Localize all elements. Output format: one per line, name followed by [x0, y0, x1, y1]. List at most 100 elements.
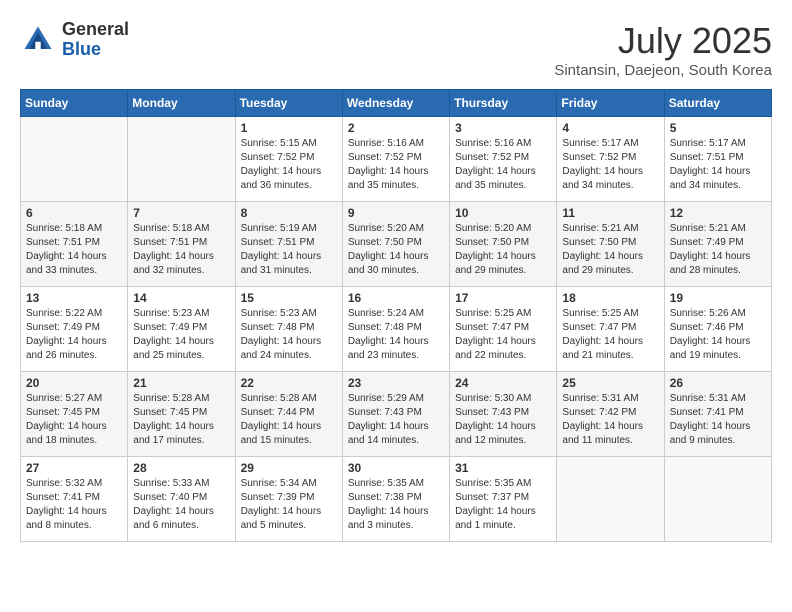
weekday-header-friday: Friday: [557, 90, 664, 117]
day-info: Sunrise: 5:15 AM Sunset: 7:52 PM Dayligh…: [241, 137, 337, 193]
day-info: Sunrise: 5:20 AM Sunset: 7:50 PM Dayligh…: [348, 222, 444, 278]
calendar-cell: 10 Sunrise: 5:20 AM Sunset: 7:50 PM Dayli…: [450, 202, 557, 287]
day-number: 11: [562, 206, 658, 220]
day-info: Sunrise: 5:25 AM Sunset: 7:47 PM Dayligh…: [455, 307, 551, 363]
day-number: 9: [348, 206, 444, 220]
calendar-cell: 8 Sunrise: 5:19 AM Sunset: 7:51 PM Daylig…: [235, 202, 342, 287]
calendar-week-5: 27Sunrise: 5:32 AM Sunset: 7:41 PM Dayli…: [21, 457, 772, 542]
day-number: 19: [670, 291, 766, 305]
calendar-cell: 7 Sunrise: 5:18 AM Sunset: 7:51 PM Daylig…: [128, 202, 235, 287]
calendar-cell: 3 Sunrise: 5:16 AM Sunset: 7:52 PM Daylig…: [450, 117, 557, 202]
calendar-cell: [664, 457, 771, 542]
calendar-body: 1 Sunrise: 5:15 AM Sunset: 7:52 PM Daylig…: [21, 117, 772, 542]
day-number: 15: [241, 291, 337, 305]
logo: General Blue: [20, 20, 129, 60]
weekday-header-row: SundayMondayTuesdayWednesdayThursdayFrid…: [21, 90, 772, 117]
calendar-cell: 4 Sunrise: 5:17 AM Sunset: 7:52 PM Daylig…: [557, 117, 664, 202]
day-number: 28: [133, 461, 229, 475]
calendar-cell: 17 Sunrise: 5:25 AM Sunset: 7:47 PM Dayli…: [450, 287, 557, 372]
calendar-cell: 26Sunrise: 5:31 AM Sunset: 7:41 PM Dayli…: [664, 372, 771, 457]
day-info: Sunrise: 5:31 AM Sunset: 7:42 PM Dayligh…: [562, 392, 658, 448]
day-number: 31: [455, 461, 551, 475]
calendar-cell: 30Sunrise: 5:35 AM Sunset: 7:38 PM Dayli…: [342, 457, 449, 542]
calendar-cell: 15 Sunrise: 5:23 AM Sunset: 7:48 PM Dayli…: [235, 287, 342, 372]
day-info: Sunrise: 5:16 AM Sunset: 7:52 PM Dayligh…: [455, 137, 551, 193]
calendar-cell: 1 Sunrise: 5:15 AM Sunset: 7:52 PM Daylig…: [235, 117, 342, 202]
day-number: 8: [241, 206, 337, 220]
calendar-header: SundayMondayTuesdayWednesdayThursdayFrid…: [21, 90, 772, 117]
day-number: 12: [670, 206, 766, 220]
weekday-header-saturday: Saturday: [664, 90, 771, 117]
weekday-header-thursday: Thursday: [450, 90, 557, 117]
day-info: Sunrise: 5:35 AM Sunset: 7:37 PM Dayligh…: [455, 477, 551, 533]
calendar-week-3: 13 Sunrise: 5:22 AM Sunset: 7:49 PM Dayli…: [21, 287, 772, 372]
day-info: Sunrise: 5:22 AM Sunset: 7:49 PM Dayligh…: [26, 307, 122, 363]
logo-general-text: General: [62, 19, 129, 39]
calendar-cell: 29 Sunrise: 5:34 AM Sunset: 7:39 PM Dayli…: [235, 457, 342, 542]
calendar-cell: 13 Sunrise: 5:22 AM Sunset: 7:49 PM Dayli…: [21, 287, 128, 372]
day-info: Sunrise: 5:17 AM Sunset: 7:52 PM Dayligh…: [562, 137, 658, 193]
day-number: 24: [455, 376, 551, 390]
calendar-cell: 21Sunrise: 5:28 AM Sunset: 7:45 PM Dayli…: [128, 372, 235, 457]
day-number: 16: [348, 291, 444, 305]
day-number: 4: [562, 121, 658, 135]
calendar-cell: 22Sunrise: 5:28 AM Sunset: 7:44 PM Dayli…: [235, 372, 342, 457]
day-number: 27: [26, 461, 122, 475]
day-info: Sunrise: 5:24 AM Sunset: 7:48 PM Dayligh…: [348, 307, 444, 363]
weekday-header-tuesday: Tuesday: [235, 90, 342, 117]
calendar-cell: 2Sunrise: 5:16 AM Sunset: 7:52 PM Daylig…: [342, 117, 449, 202]
calendar-cell: 16 Sunrise: 5:24 AM Sunset: 7:48 PM Dayli…: [342, 287, 449, 372]
day-info: Sunrise: 5:19 AM Sunset: 7:51 PM Dayligh…: [241, 222, 337, 278]
calendar-table: SundayMondayTuesdayWednesdayThursdayFrid…: [20, 89, 772, 542]
day-info: Sunrise: 5:16 AM Sunset: 7:52 PM Dayligh…: [348, 137, 444, 193]
day-number: 20: [26, 376, 122, 390]
logo-blue-text: Blue: [62, 39, 101, 59]
calendar-cell: 18Sunrise: 5:25 AM Sunset: 7:47 PM Dayli…: [557, 287, 664, 372]
calendar-cell: [21, 117, 128, 202]
day-number: 17: [455, 291, 551, 305]
day-info: Sunrise: 5:18 AM Sunset: 7:51 PM Dayligh…: [26, 222, 122, 278]
calendar-cell: 6 Sunrise: 5:18 AM Sunset: 7:51 PM Daylig…: [21, 202, 128, 287]
day-info: Sunrise: 5:21 AM Sunset: 7:50 PM Dayligh…: [562, 222, 658, 278]
logo-icon: [20, 22, 56, 58]
day-info: Sunrise: 5:30 AM Sunset: 7:43 PM Dayligh…: [455, 392, 551, 448]
day-info: Sunrise: 5:20 AM Sunset: 7:50 PM Dayligh…: [455, 222, 551, 278]
day-info: Sunrise: 5:25 AM Sunset: 7:47 PM Dayligh…: [562, 307, 658, 363]
calendar-cell: [128, 117, 235, 202]
day-info: Sunrise: 5:28 AM Sunset: 7:45 PM Dayligh…: [133, 392, 229, 448]
location-text: Sintansin, Daejeon, South Korea: [554, 62, 772, 79]
title-block: July 2025 Sintansin, Daejeon, South Kore…: [554, 20, 772, 79]
weekday-header-sunday: Sunday: [21, 90, 128, 117]
calendar-week-4: 20 Sunrise: 5:27 AM Sunset: 7:45 PM Dayli…: [21, 372, 772, 457]
day-number: 5: [670, 121, 766, 135]
day-info: Sunrise: 5:18 AM Sunset: 7:51 PM Dayligh…: [133, 222, 229, 278]
day-number: 6: [26, 206, 122, 220]
day-number: 14: [133, 291, 229, 305]
calendar-cell: 5Sunrise: 5:17 AM Sunset: 7:51 PM Daylig…: [664, 117, 771, 202]
calendar-cell: 27Sunrise: 5:32 AM Sunset: 7:41 PM Dayli…: [21, 457, 128, 542]
day-info: Sunrise: 5:31 AM Sunset: 7:41 PM Dayligh…: [670, 392, 766, 448]
day-info: Sunrise: 5:34 AM Sunset: 7:39 PM Dayligh…: [241, 477, 337, 533]
day-number: 10: [455, 206, 551, 220]
calendar-cell: 11 Sunrise: 5:21 AM Sunset: 7:50 PM Dayli…: [557, 202, 664, 287]
calendar-cell: 23Sunrise: 5:29 AM Sunset: 7:43 PM Dayli…: [342, 372, 449, 457]
calendar-cell: 12Sunrise: 5:21 AM Sunset: 7:49 PM Dayli…: [664, 202, 771, 287]
calendar-cell: 9 Sunrise: 5:20 AM Sunset: 7:50 PM Daylig…: [342, 202, 449, 287]
day-number: 3: [455, 121, 551, 135]
day-info: Sunrise: 5:27 AM Sunset: 7:45 PM Dayligh…: [26, 392, 122, 448]
day-number: 30: [348, 461, 444, 475]
day-number: 1: [241, 121, 337, 135]
calendar-cell: 14Sunrise: 5:23 AM Sunset: 7:49 PM Dayli…: [128, 287, 235, 372]
calendar-cell: 31 Sunrise: 5:35 AM Sunset: 7:37 PM Dayli…: [450, 457, 557, 542]
day-number: 25: [562, 376, 658, 390]
day-number: 23: [348, 376, 444, 390]
day-number: 13: [26, 291, 122, 305]
day-number: 7: [133, 206, 229, 220]
calendar-cell: 20 Sunrise: 5:27 AM Sunset: 7:45 PM Dayli…: [21, 372, 128, 457]
weekday-header-wednesday: Wednesday: [342, 90, 449, 117]
day-info: Sunrise: 5:23 AM Sunset: 7:48 PM Dayligh…: [241, 307, 337, 363]
day-info: Sunrise: 5:28 AM Sunset: 7:44 PM Dayligh…: [241, 392, 337, 448]
calendar-cell: [557, 457, 664, 542]
day-number: 29: [241, 461, 337, 475]
calendar-cell: 24 Sunrise: 5:30 AM Sunset: 7:43 PM Dayli…: [450, 372, 557, 457]
